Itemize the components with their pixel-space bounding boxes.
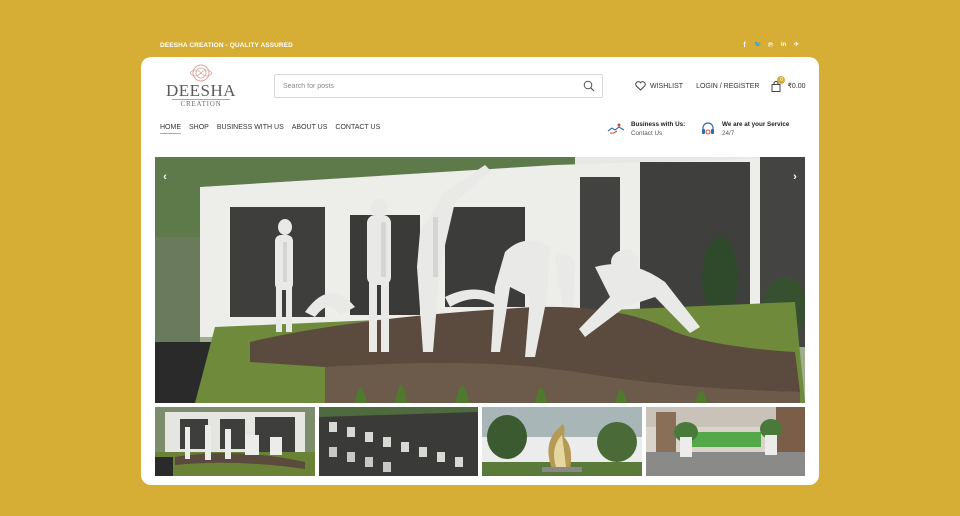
nav-shop[interactable]: SHOP xyxy=(189,124,209,134)
tagline: DEESHA CREATION - QUALITY ASSURED xyxy=(160,41,293,49)
thumbnail-4[interactable] xyxy=(645,407,805,476)
business-sub: Contact Us xyxy=(631,130,663,137)
cart-count-badge: 0 xyxy=(777,75,786,84)
main-nav: HOME SHOP BUSINESS WITH US ABOUT US CONT… xyxy=(160,124,380,134)
nav-home[interactable]: HOME xyxy=(160,124,181,134)
search-box xyxy=(274,74,603,98)
headset-icon xyxy=(702,122,714,135)
thumbnail-3[interactable] xyxy=(482,407,642,476)
heart-icon xyxy=(635,81,646,91)
business-title: Business with Us: xyxy=(631,121,686,128)
handshake-icon xyxy=(607,123,625,134)
logo-subname: CREATION xyxy=(172,99,230,108)
search-input[interactable] xyxy=(275,75,565,98)
service-title: We are at your Service xyxy=(722,121,790,128)
nav-about-us[interactable]: ABOUT US xyxy=(292,124,328,134)
wishlist-link[interactable]: WISHLIST xyxy=(635,81,683,91)
thumbnail-1[interactable] xyxy=(155,407,315,476)
slider-prev-arrow[interactable]: ‹ xyxy=(160,171,170,183)
hero-slider[interactable] xyxy=(155,157,805,403)
social-links: f 🐦 ℗ in ✈ xyxy=(741,42,800,49)
thumbnail-strip xyxy=(155,407,805,476)
logo-name: DEESHA xyxy=(166,81,237,100)
linkedin-icon[interactable]: in xyxy=(780,42,787,49)
pinterest-icon[interactable]: ℗ xyxy=(767,42,774,49)
business-info[interactable]: Business with Us: Contact Us xyxy=(607,120,685,138)
twitter-icon[interactable]: 🐦 xyxy=(754,42,761,49)
header-actions: WISHLIST LOGIN / REGISTER 0 ₹0.00 xyxy=(635,75,806,93)
cart-button[interactable]: 0 ₹0.00 xyxy=(771,75,806,92)
nav-contact-us[interactable]: CONTACT US xyxy=(335,124,380,134)
login-register-link[interactable]: LOGIN / REGISTER xyxy=(696,83,759,90)
nav-business-with-us[interactable]: BUSINESS WITH US xyxy=(217,124,284,134)
slider-next-arrow[interactable]: › xyxy=(790,171,800,183)
site-window: DEESHA CREATION WISHLIST LOGIN / REGISTE… xyxy=(141,57,819,485)
service-info[interactable]: We are at your Service 24/7 xyxy=(700,120,789,138)
hero-slide-image xyxy=(155,157,805,403)
thumbnail-2[interactable] xyxy=(318,407,478,476)
facebook-icon[interactable]: f xyxy=(741,42,748,49)
site-logo[interactable]: DEESHA CREATION xyxy=(166,63,236,113)
cart-total: ₹0.00 xyxy=(787,83,806,90)
top-bar: DEESHA CREATION - QUALITY ASSURED f 🐦 ℗ … xyxy=(160,38,800,52)
search-icon[interactable] xyxy=(583,80,595,92)
service-sub: 24/7 xyxy=(722,130,735,137)
telegram-icon[interactable]: ✈ xyxy=(793,42,800,49)
wishlist-label: WISHLIST xyxy=(650,82,684,90)
logo-emblem-icon xyxy=(189,64,213,82)
